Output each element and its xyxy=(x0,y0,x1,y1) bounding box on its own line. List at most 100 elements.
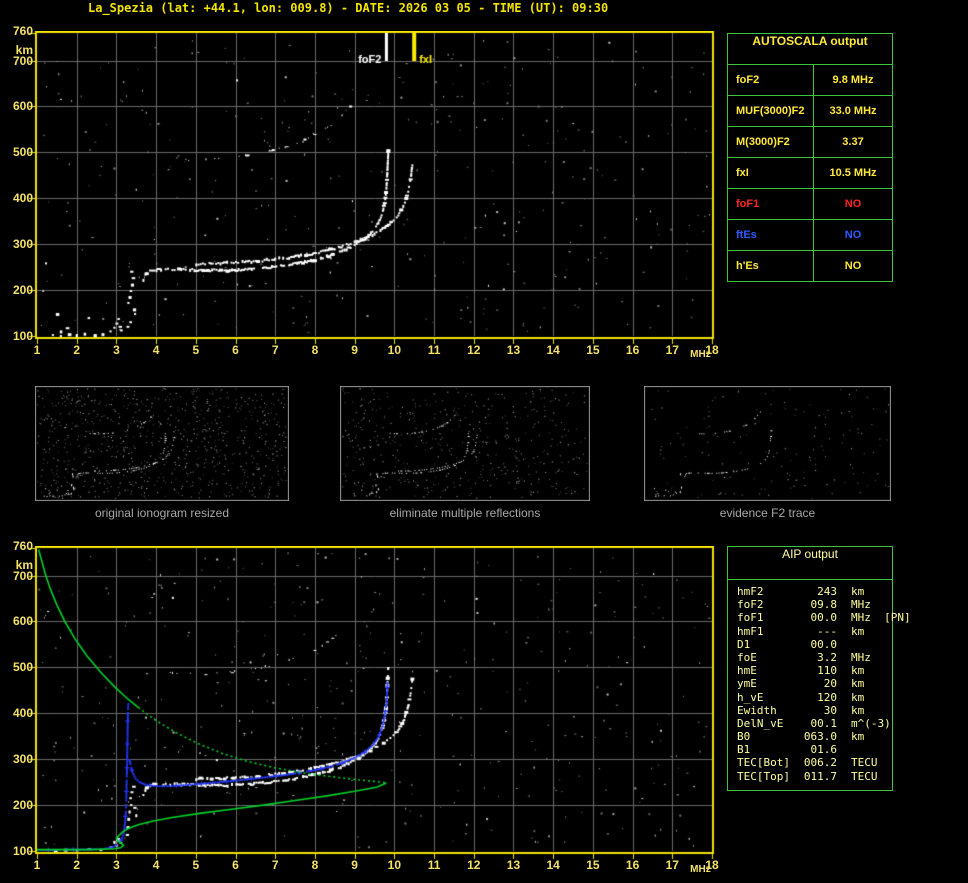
parameter-unit: km xyxy=(851,690,865,704)
parameter-label: foE xyxy=(737,650,757,664)
parameter-unit: TECU xyxy=(851,756,878,770)
y-axis-unit-label: km xyxy=(15,558,33,572)
y-axis-tick-label: 400 xyxy=(12,706,33,721)
parameter-label: foF2 xyxy=(737,598,764,612)
aip-row-b1: B1 01.6 xyxy=(737,743,892,756)
autoscala-row-fxi: fxI 10.5 MHz xyxy=(728,157,892,188)
aip-row-tectop: TEC[Top] 011.7 TECU xyxy=(737,770,892,783)
parameter-value: 110 xyxy=(817,664,837,678)
parameter-unit: MHz xyxy=(851,650,871,664)
y-axis-tick-label: 500 xyxy=(12,660,33,675)
parameter-label: DelN_vE xyxy=(737,716,784,730)
parameter-value: NO xyxy=(844,198,862,210)
x-axis-tick-label: 10 xyxy=(387,343,402,357)
x-axis-tick-label: 4 xyxy=(152,343,160,357)
thumbnail-caption: eliminate multiple reflections xyxy=(389,506,541,520)
aip-row-yme: ymE 20 km xyxy=(737,677,892,690)
x-axis-tick-label: 2 xyxy=(73,858,81,872)
aip-table-body: hmF2 243 km foF2 09.8 MHz foF1 00.0 MHz [PN] hmF1… xyxy=(728,580,911,783)
aip-row-delnve: DelN_vE 00.1 m^(-3) xyxy=(737,717,892,730)
x-axis-tick-label: 2 xyxy=(73,343,81,357)
parameter-value: NO xyxy=(844,260,862,272)
parameter-label: M(3000)F2 xyxy=(728,127,814,157)
x-axis-tick-label: 13 xyxy=(506,343,521,357)
x-axis-tick-label: 14 xyxy=(546,858,560,872)
parameter-unit: m^(-3) xyxy=(851,716,891,730)
parameter-value: 01.6 xyxy=(810,743,838,757)
y-axis-tick-label: 760 xyxy=(12,539,33,553)
y-axis-tick-label: 100 xyxy=(12,329,33,343)
autoscala-output-table: AUTOSCALA output foF2 9.8 MHz MUF(3000)F2 3… xyxy=(727,33,893,282)
parameter-unit: km xyxy=(851,585,865,598)
aip-table-title: AIP output xyxy=(728,547,892,580)
parameter-label: B1 xyxy=(737,743,751,757)
x-axis-tick-label: 12 xyxy=(467,343,481,357)
parameter-unit: km xyxy=(851,664,865,678)
thumbnail-canvas-3 xyxy=(644,386,891,501)
y-axis-tick-label: 100 xyxy=(12,844,33,858)
parameter-value: 9.8 MHz xyxy=(832,74,874,86)
y-axis-unit-label: km xyxy=(15,43,33,57)
bottom-ionogram-canvas xyxy=(25,546,717,864)
aip-row-fof2: foF2 09.8 MHz xyxy=(737,598,892,611)
y-axis-tick-label: 300 xyxy=(12,237,33,252)
parameter-unit: km xyxy=(851,730,865,744)
parameter-value: 00.1 xyxy=(810,716,838,730)
parameter-value: NO xyxy=(844,229,862,241)
parameter-value: 3.2 xyxy=(817,650,837,664)
parameter-label: hmF1 xyxy=(737,624,764,638)
x-axis-tick-label: 6 xyxy=(232,343,239,357)
y-axis-tick-label: 200 xyxy=(12,798,33,813)
autoscala-row-hes: h'Es NO xyxy=(728,250,892,281)
x-axis-tick-label: 9 xyxy=(351,343,358,357)
parameter-unit: km xyxy=(851,677,865,691)
x-axis-tick-label: 15 xyxy=(586,858,600,872)
aip-row-d1: D1 00.0 xyxy=(737,638,892,651)
parameter-label: D1 xyxy=(737,637,751,651)
x-axis-tick-label: 4 xyxy=(152,858,160,872)
aip-row-b0: B0 063.0 km xyxy=(737,730,892,743)
x-axis-tick-label: 8 xyxy=(311,858,319,872)
parameter-value: 3.37 xyxy=(842,136,864,148)
parameter-unit: MHz [PN] xyxy=(851,611,911,625)
parameter-label: hmF2 xyxy=(737,585,764,598)
autoscala-row-muf3000f2: MUF(3000)F2 33.0 MHz xyxy=(728,95,892,126)
x-axis-tick-label: 9 xyxy=(351,858,358,872)
parameter-label: ftEs xyxy=(728,220,814,250)
thumbnail-canvas-1 xyxy=(35,386,289,501)
x-axis-tick-label: 5 xyxy=(192,858,200,872)
x-axis-tick-label: 13 xyxy=(506,858,521,872)
parameter-label: TEC[Bot] xyxy=(737,756,790,770)
x-axis-tick-label: 10 xyxy=(387,858,402,872)
parameter-value: 20 xyxy=(823,677,837,691)
page-title: La_Spezia (lat: +44.1, lon: 009.8) - DAT… xyxy=(88,1,609,15)
parameter-value: 063.0 xyxy=(803,730,837,744)
thumbnail-caption: evidence F2 trace xyxy=(719,506,816,520)
parameter-value: 011.7 xyxy=(803,769,837,783)
autoscala-row-fof2: foF2 9.8 MHz xyxy=(728,64,892,95)
parameter-value: 120 xyxy=(817,690,837,704)
x-axis-tick-label: 15 xyxy=(586,343,600,357)
x-axis-tick-label: 11 xyxy=(427,858,441,872)
parameter-label: MUF(3000)F2 xyxy=(728,96,814,126)
aip-output-table: AIP output hmF2 243 km foF2 09.8 MHz foF1 00.0 M… xyxy=(727,546,911,791)
x-axis-tick-label: 16 xyxy=(625,858,640,872)
parameter-value: 00.0 xyxy=(810,611,838,625)
parameter-label: Ewidth xyxy=(737,703,777,717)
autoscala-table-title: AUTOSCALA output xyxy=(752,34,868,48)
parameter-value: 243 xyxy=(817,585,837,598)
parameter-label: h_vE xyxy=(737,690,764,704)
parameter-value: --- xyxy=(817,624,837,638)
y-axis-tick-label: 400 xyxy=(12,191,33,206)
y-axis-tick-label: 300 xyxy=(12,752,33,767)
autoscala-row-m3000f2: M(3000)F2 3.37 xyxy=(728,126,892,157)
thumbnail-canvas-2 xyxy=(340,386,590,501)
x-axis-tick-label: 7 xyxy=(271,343,279,357)
parameter-value: 10.5 MHz xyxy=(829,167,877,179)
x-axis-unit-label: MHz xyxy=(690,864,711,875)
aip-row-hmf1: hmF1 --- km xyxy=(737,625,892,638)
parameter-label: foF2 xyxy=(728,65,814,95)
x-axis-tick-label: 1 xyxy=(33,858,41,872)
parameter-label: foF1 xyxy=(728,189,814,219)
top-ionogram-canvas xyxy=(25,31,717,349)
